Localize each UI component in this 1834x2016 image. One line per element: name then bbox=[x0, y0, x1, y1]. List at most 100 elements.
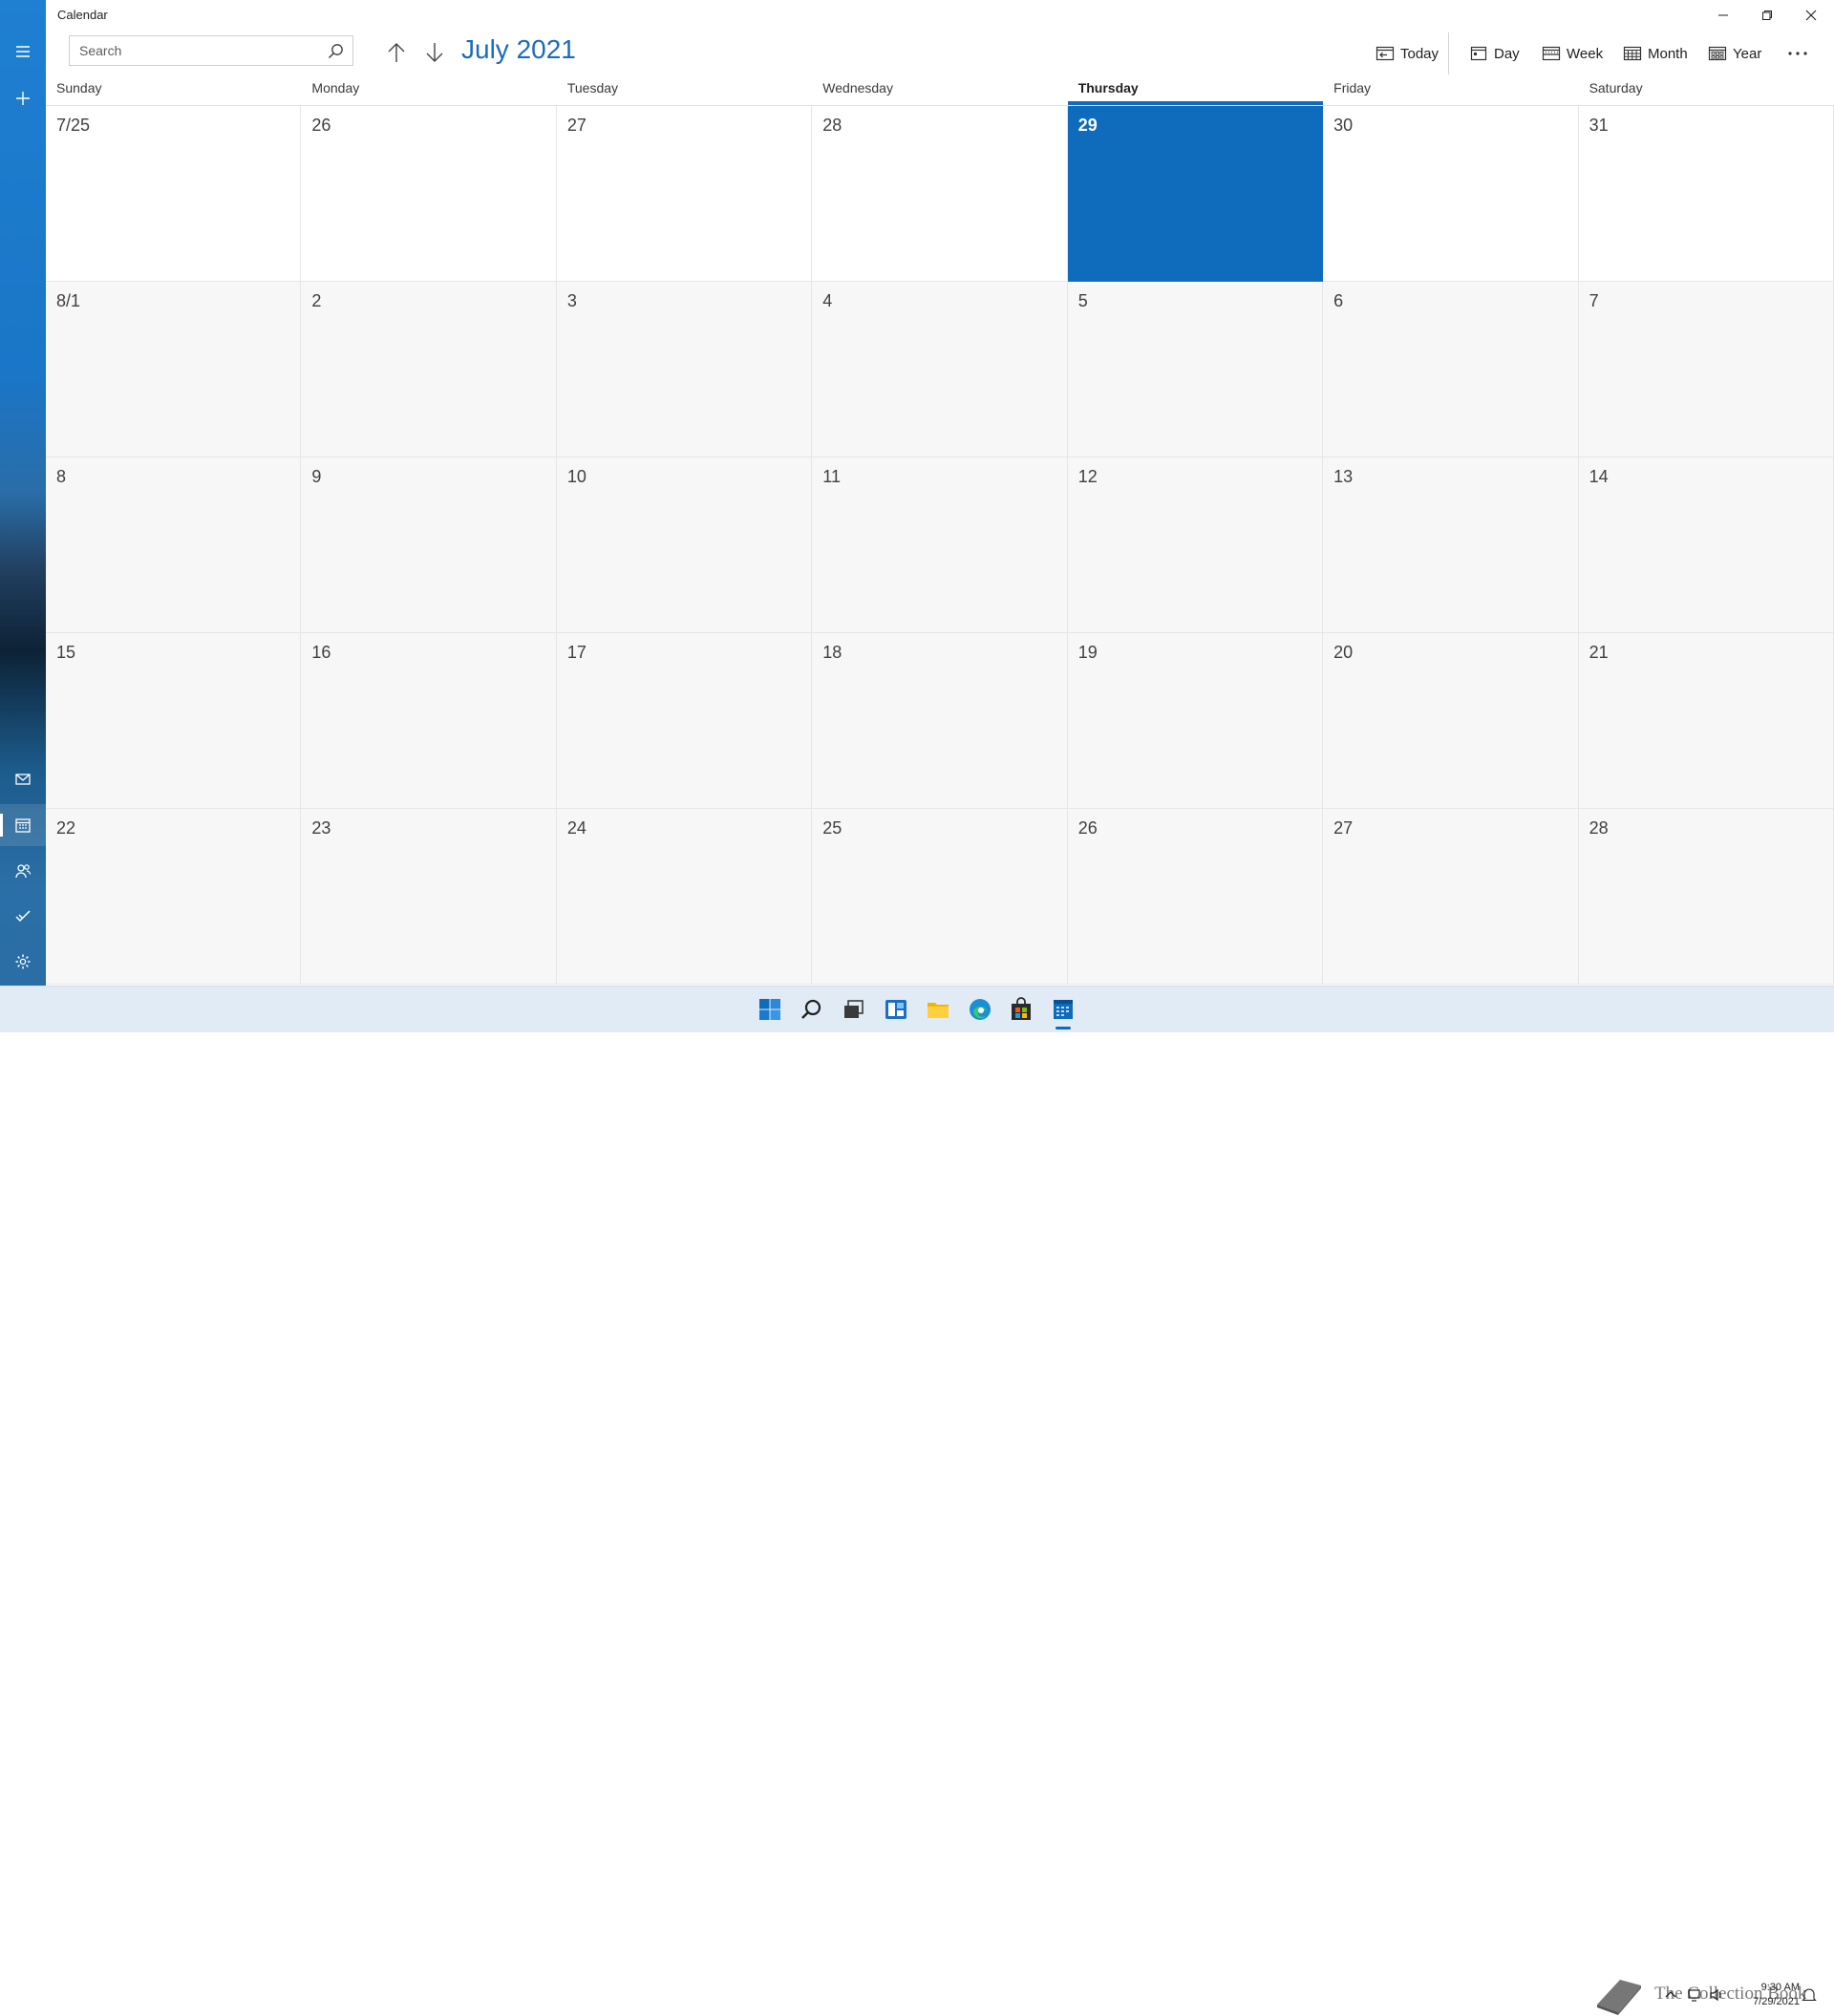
day-cell[interactable]: 3 bbox=[556, 282, 813, 457]
search-icon[interactable] bbox=[797, 994, 827, 1025]
day-cell[interactable]: 31 bbox=[1578, 106, 1834, 282]
edge-icon[interactable] bbox=[965, 994, 995, 1025]
day-number: 8/1 bbox=[56, 291, 81, 310]
day-cell[interactable]: 26 bbox=[1067, 809, 1324, 985]
day-cell[interactable]: 12 bbox=[1067, 457, 1324, 633]
day-number: 11 bbox=[822, 467, 841, 486]
day-cell-today[interactable]: 29 bbox=[1067, 106, 1324, 282]
people-icon[interactable] bbox=[0, 850, 46, 892]
search-input[interactable] bbox=[70, 36, 328, 65]
day-cell[interactable]: 8 bbox=[46, 457, 302, 633]
day-cell[interactable]: 6 bbox=[1323, 282, 1579, 457]
file-explorer-icon[interactable] bbox=[923, 994, 953, 1025]
day-cell[interactable]: 5 bbox=[1067, 282, 1324, 457]
calendar-icon[interactable] bbox=[0, 804, 46, 846]
taskbar: The Collection Book 9:30 AM 7/29/2021 bbox=[0, 986, 1834, 2015]
day-number: 22 bbox=[56, 818, 76, 838]
day-cell[interactable]: 20 bbox=[1323, 633, 1579, 809]
close-button[interactable] bbox=[1789, 0, 1833, 31]
tray-chevron-icon[interactable] bbox=[1663, 1987, 1678, 2003]
mail-icon[interactable] bbox=[0, 758, 46, 800]
weekday-header-sunday: Sunday bbox=[56, 80, 102, 95]
hamburger-menu-icon[interactable] bbox=[0, 31, 46, 73]
year-view-label: Year bbox=[1733, 45, 1762, 62]
day-cell[interactable]: 28 bbox=[1578, 809, 1834, 985]
day-cell[interactable]: 14 bbox=[1578, 457, 1834, 633]
day-number: 4 bbox=[822, 291, 833, 310]
clock-time: 9:30 AM bbox=[1760, 1982, 1800, 1993]
next-month-button[interactable] bbox=[422, 38, 447, 67]
more-options-button[interactable] bbox=[1781, 42, 1815, 65]
week-view-button[interactable]: Week bbox=[1542, 42, 1603, 65]
start-icon[interactable] bbox=[755, 994, 785, 1025]
day-number: 25 bbox=[822, 818, 842, 838]
today-button[interactable]: Today bbox=[1376, 42, 1439, 65]
day-view-button[interactable]: Day bbox=[1469, 42, 1520, 65]
year-view-button[interactable]: Year bbox=[1708, 42, 1761, 65]
month-title[interactable]: July 2021 bbox=[461, 34, 576, 65]
day-cell[interactable]: 11 bbox=[812, 457, 1068, 633]
day-cell[interactable]: 24 bbox=[556, 809, 813, 985]
day-number: 2 bbox=[311, 291, 322, 310]
day-number: 24 bbox=[566, 818, 586, 838]
day-cell[interactable]: 30 bbox=[1323, 106, 1579, 282]
day-number: 13 bbox=[1333, 467, 1354, 486]
search-icon[interactable] bbox=[328, 43, 344, 59]
day-number: 27 bbox=[566, 116, 586, 135]
navigation-rail bbox=[0, 0, 46, 986]
day-cell[interactable]: 13 bbox=[1323, 457, 1579, 633]
day-cell[interactable]: 22 bbox=[46, 809, 302, 985]
day-cell[interactable]: 23 bbox=[301, 809, 557, 985]
calendar-app-icon[interactable] bbox=[1048, 994, 1078, 1029]
previous-month-button[interactable] bbox=[384, 38, 409, 67]
day-cell[interactable]: 21 bbox=[1578, 633, 1834, 809]
arrow-up-icon bbox=[388, 43, 405, 62]
notification-icon[interactable] bbox=[1802, 1987, 1817, 2003]
day-number: 14 bbox=[1589, 467, 1609, 486]
day-cell[interactable]: 4 bbox=[812, 282, 1068, 457]
store-icon[interactable] bbox=[1006, 994, 1036, 1025]
day-number: 8 bbox=[56, 467, 67, 486]
day-cell[interactable]: 18 bbox=[812, 633, 1068, 809]
day-cell[interactable]: 25 bbox=[812, 809, 1068, 985]
weekday-header-thursday: Thursday bbox=[1077, 80, 1139, 95]
day-cell[interactable]: 26 bbox=[301, 106, 557, 282]
day-cell[interactable]: 9 bbox=[301, 457, 557, 633]
day-number: 15 bbox=[56, 643, 76, 662]
day-cell[interactable]: 7 bbox=[1578, 282, 1834, 457]
minimize-button[interactable] bbox=[1701, 0, 1745, 31]
settings-icon[interactable] bbox=[0, 941, 46, 983]
day-cell[interactable]: 28 bbox=[812, 106, 1068, 282]
volume-icon[interactable] bbox=[1709, 1987, 1724, 2003]
restore-button[interactable] bbox=[1745, 0, 1789, 31]
month-view-button[interactable]: Month bbox=[1623, 42, 1688, 65]
widgets-icon[interactable] bbox=[881, 994, 911, 1025]
day-number: 10 bbox=[566, 467, 586, 486]
day-cell[interactable]: 19 bbox=[1067, 633, 1324, 809]
more-icon bbox=[1788, 52, 1807, 55]
system-clock[interactable]: 9:30 AM 7/29/2021 bbox=[1753, 1981, 1800, 2009]
day-number: 16 bbox=[311, 643, 331, 662]
new-event-icon[interactable] bbox=[0, 77, 46, 119]
todo-icon[interactable] bbox=[0, 895, 46, 937]
toolbar-separator bbox=[1448, 32, 1449, 74]
day-cell[interactable]: 27 bbox=[556, 106, 813, 282]
day-cell[interactable]: 16 bbox=[301, 633, 557, 809]
day-number: 26 bbox=[1077, 818, 1098, 838]
day-cell[interactable]: 2 bbox=[301, 282, 557, 457]
day-cell[interactable]: 7/25 bbox=[46, 106, 302, 282]
day-number: 7/25 bbox=[56, 116, 91, 135]
clock-date: 7/29/2021 bbox=[1753, 1996, 1800, 2007]
day-cell[interactable]: 27 bbox=[1323, 809, 1579, 985]
weekday-header-monday: Monday bbox=[311, 80, 360, 95]
day-cell[interactable]: 10 bbox=[556, 457, 813, 633]
day-number: 3 bbox=[566, 291, 577, 310]
day-cell[interactable]: 8/1 bbox=[46, 282, 302, 457]
day-number: 27 bbox=[1333, 818, 1354, 838]
task-view-icon[interactable] bbox=[838, 994, 868, 1025]
day-cell[interactable]: 15 bbox=[46, 633, 302, 809]
network-icon[interactable] bbox=[1688, 1987, 1703, 2003]
day-number: 9 bbox=[311, 467, 322, 486]
arrow-down-icon bbox=[426, 43, 443, 62]
day-cell[interactable]: 17 bbox=[556, 633, 813, 809]
